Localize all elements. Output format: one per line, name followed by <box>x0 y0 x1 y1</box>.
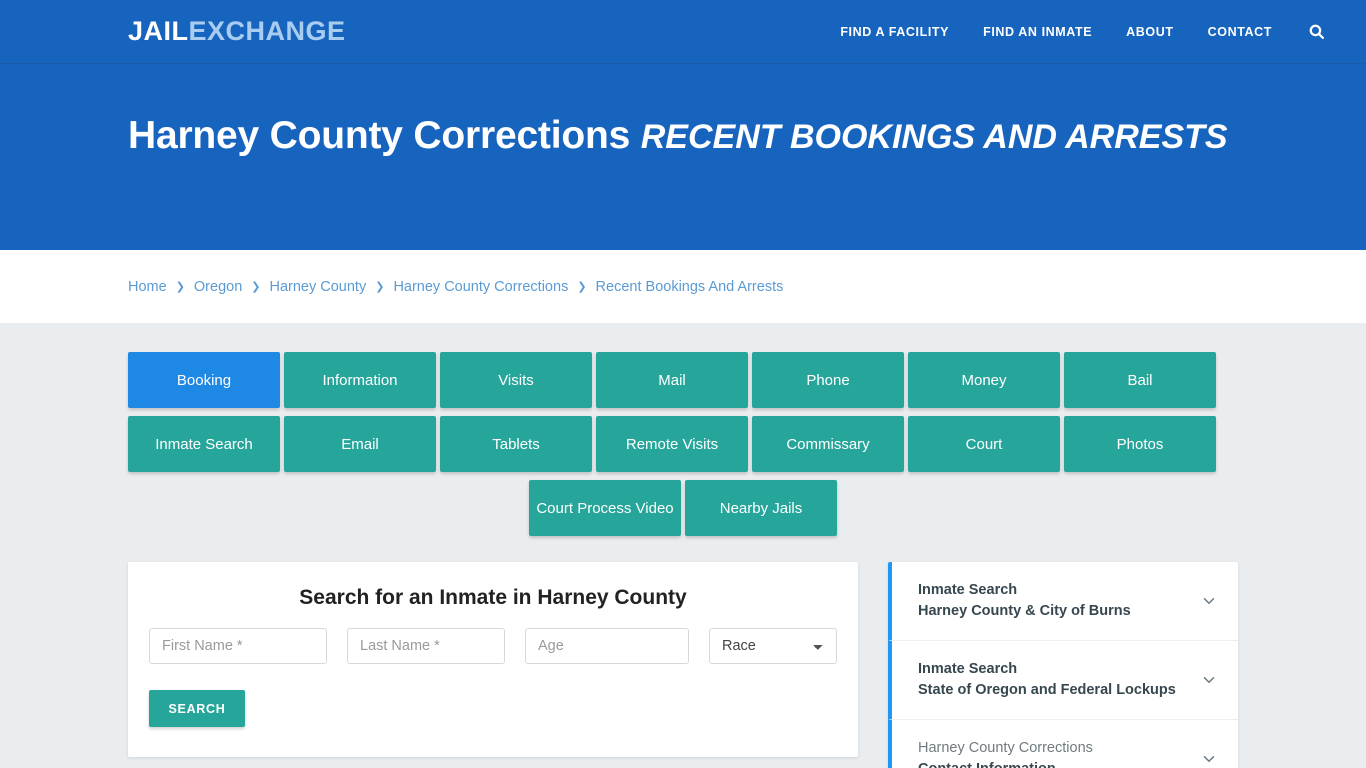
nav-link-about[interactable]: ABOUT <box>1126 25 1173 39</box>
page-title-subtitle: Recent Bookings and Arrests <box>640 118 1228 156</box>
facility-tabs-row-2: Inmate Search Email Tablets Remote Visit… <box>128 416 1238 472</box>
breadcrumb-item-harney-county[interactable]: Harney County <box>270 279 367 295</box>
top-navigation-bar: JAILEXCHANGE FIND A FACILITY FIND AN INM… <box>0 0 1366 64</box>
primary-nav: FIND A FACILITY FIND AN INMATE ABOUT CON… <box>840 22 1346 42</box>
age-input[interactable] <box>525 628 689 664</box>
breadcrumb-separator-icon: ❯ <box>251 281 261 293</box>
facility-tabs: Booking Information Visits Mail Phone Mo… <box>0 352 1366 536</box>
accordion-item-text: Harney County Corrections Contact Inform… <box>918 738 1198 768</box>
search-button[interactable]: SEARCH <box>149 690 245 727</box>
nav-link-find-a-facility[interactable]: FIND A FACILITY <box>840 25 949 39</box>
content-columns: Search for an Inmate in Harney County Ra… <box>0 562 1366 768</box>
breadcrumb-item-oregon[interactable]: Oregon <box>194 279 242 295</box>
tab-court-process-video[interactable]: Court Process Video <box>529 480 681 536</box>
accordion-item-line2: Harney County & City of Burns <box>918 603 1131 620</box>
nav-link-contact[interactable]: CONTACT <box>1208 25 1272 39</box>
breadcrumb-separator-icon: ❯ <box>375 281 385 293</box>
tab-tablets[interactable]: Tablets <box>440 416 592 472</box>
tab-remote-visits[interactable]: Remote Visits <box>596 416 748 472</box>
breadcrumb-separator-icon: ❯ <box>577 281 587 293</box>
logo-text-primary: JAIL <box>128 16 189 46</box>
last-name-input[interactable] <box>347 628 505 664</box>
site-logo[interactable]: JAILEXCHANGE <box>128 18 346 45</box>
accordion-item-contact-information[interactable]: Harney County Corrections Contact Inform… <box>888 720 1238 768</box>
tab-nearby-jails[interactable]: Nearby Jails <box>685 480 837 536</box>
accordion-item-text: Inmate Search State of Oregon and Federa… <box>918 659 1198 701</box>
facility-tabs-row-1: Booking Information Visits Mail Phone Mo… <box>128 352 1238 408</box>
tab-visits[interactable]: Visits <box>440 352 592 408</box>
breadcrumb-item-home[interactable]: Home <box>128 279 167 295</box>
tab-phone[interactable]: Phone <box>752 352 904 408</box>
nav-link-find-an-inmate[interactable]: FIND AN INMATE <box>983 25 1092 39</box>
tab-email[interactable]: Email <box>284 416 436 472</box>
page-title: Harney County Corrections Recent Booking… <box>128 106 1238 166</box>
accordion-item-line1: Inmate Search <box>918 582 1018 598</box>
breadcrumb-item-current[interactable]: Recent Bookings And Arrests <box>596 279 784 295</box>
chevron-down-icon[interactable] <box>1198 748 1220 768</box>
page-title-main: Harney County Corrections <box>128 114 641 157</box>
breadcrumb-separator-icon: ❯ <box>175 281 185 293</box>
facility-tabs-row-3: Court Process Video Nearby Jails <box>128 480 1238 536</box>
race-select[interactable]: Race <box>709 628 837 664</box>
accordion-item-line2: Contact Information <box>918 759 1198 768</box>
first-name-input[interactable] <box>149 628 327 664</box>
accordion-item-line2: State of Oregon and Federal Lockups <box>918 682 1176 699</box>
breadcrumb-item-harney-county-corrections[interactable]: Harney County Corrections <box>393 279 568 295</box>
accordion-item-line1: Inmate Search <box>918 661 1018 678</box>
inmate-search-fields: Race <box>149 628 837 664</box>
tab-booking[interactable]: Booking <box>128 352 280 408</box>
accordion-item-text: Inmate Search Harney County & City of Bu… <box>918 580 1198 622</box>
chevron-down-icon[interactable] <box>1198 669 1220 691</box>
sidebar-accordion: Inmate Search Harney County & City of Bu… <box>888 562 1238 768</box>
breadcrumb-bar: Home ❯ Oregon ❯ Harney County ❯ Harney C… <box>0 250 1366 323</box>
tab-commissary[interactable]: Commissary <box>752 416 904 472</box>
tab-court[interactable]: Court <box>908 416 1060 472</box>
accordion-item-line1: Harney County Corrections <box>918 740 1093 757</box>
chevron-down-icon[interactable] <box>1198 590 1220 612</box>
tab-mail[interactable]: Mail <box>596 352 748 408</box>
tab-information[interactable]: Information <box>284 352 436 408</box>
accordion-item-inmate-search-county[interactable]: Inmate Search Harney County & City of Bu… <box>888 562 1238 642</box>
search-icon[interactable] <box>1306 22 1326 42</box>
tab-photos[interactable]: Photos <box>1064 416 1216 472</box>
tab-bail[interactable]: Bail <box>1064 352 1216 408</box>
inmate-search-panel: Search for an Inmate in Harney County Ra… <box>128 562 858 757</box>
breadcrumb: Home ❯ Oregon ❯ Harney County ❯ Harney C… <box>128 279 783 295</box>
logo-text-secondary: EXCHANGE <box>188 16 346 46</box>
page-banner: Harney County Corrections Recent Booking… <box>0 64 1366 250</box>
tab-inmate-search[interactable]: Inmate Search <box>128 416 280 472</box>
inmate-search-heading: Search for an Inmate in Harney County <box>299 586 687 609</box>
accordion-item-inmate-search-state[interactable]: Inmate Search State of Oregon and Federa… <box>888 641 1238 721</box>
main-content: Booking Information Visits Mail Phone Mo… <box>0 323 1366 768</box>
tab-money[interactable]: Money <box>908 352 1060 408</box>
